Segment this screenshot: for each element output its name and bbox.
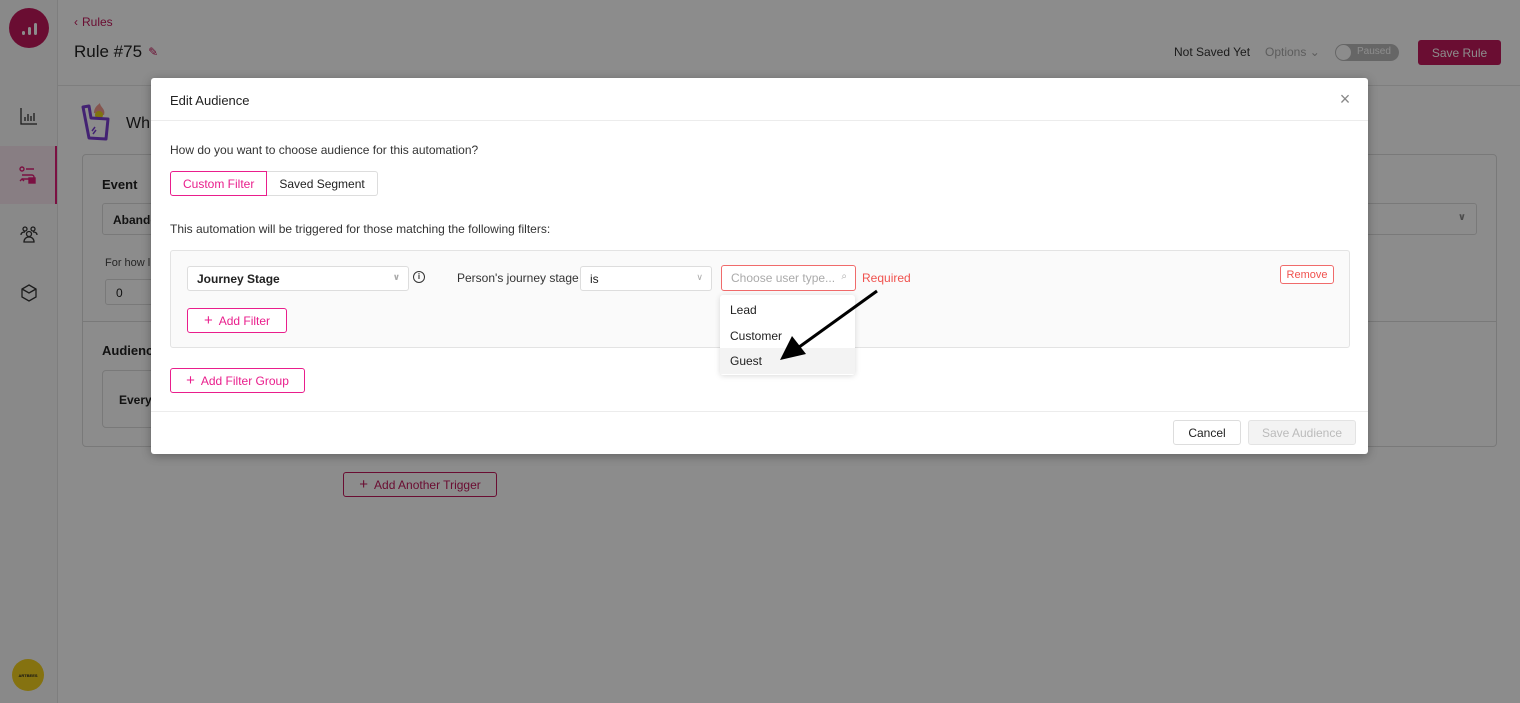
search-icon: ⌕ — [841, 271, 847, 282]
modal-title: Edit Audience — [170, 93, 250, 108]
filter-description: This automation will be triggered for th… — [170, 222, 551, 236]
save-audience-button[interactable]: Save Audience — [1248, 420, 1356, 445]
edit-audience-modal: Edit Audience × How do you want to choos… — [151, 78, 1368, 454]
plus-icon: + — [186, 371, 195, 389]
audience-question: How do you want to choose audience for t… — [170, 143, 479, 157]
modal-header: Edit Audience × — [151, 78, 1368, 121]
operator-select[interactable]: is ∨ — [580, 266, 712, 291]
tab-saved-segment[interactable]: Saved Segment — [267, 171, 378, 196]
user-type-dropdown: Lead Customer Guest — [720, 295, 855, 375]
remove-filter-button[interactable]: Remove — [1280, 265, 1334, 284]
info-icon[interactable]: i — [413, 271, 425, 283]
option-customer[interactable]: Customer — [720, 323, 855, 349]
user-type-search-input[interactable]: Choose user type... ⌕ — [721, 265, 856, 291]
plus-icon: + — [203, 311, 213, 329]
property-description: Person's journey stage — [457, 271, 579, 285]
chevron-down-icon: ∨ — [392, 272, 400, 282]
required-error: Required — [862, 271, 911, 285]
option-lead[interactable]: Lead — [720, 297, 855, 323]
add-filter-button[interactable]: + Add Filter — [187, 308, 287, 333]
add-filter-group-button[interactable]: + Add Filter Group — [170, 368, 305, 393]
chevron-down-icon: ∨ — [696, 272, 703, 282]
cancel-button[interactable]: Cancel — [1173, 420, 1241, 445]
close-icon[interactable]: × — [1336, 90, 1354, 108]
tab-custom-filter[interactable]: Custom Filter — [170, 171, 268, 196]
option-guest[interactable]: Guest — [720, 348, 855, 374]
audience-mode-tabs: Custom Filter Saved Segment — [170, 171, 378, 196]
property-select[interactable]: Journey Stage ∨ — [187, 266, 409, 291]
